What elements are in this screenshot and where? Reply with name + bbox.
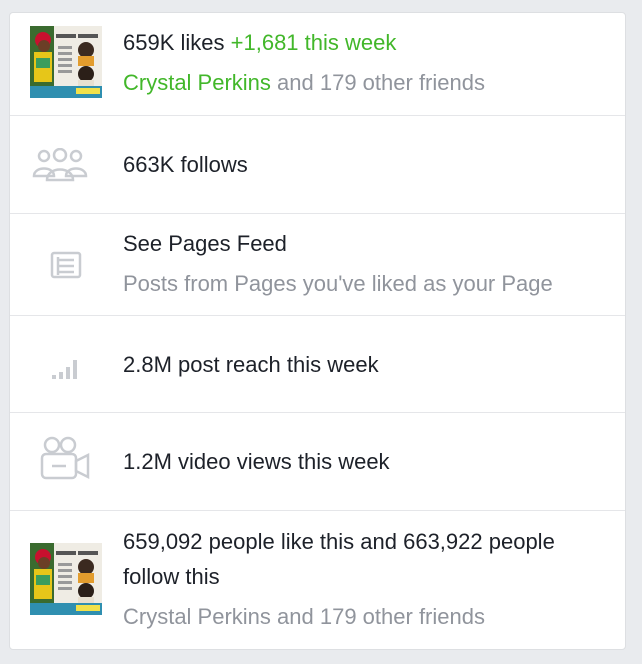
page-stats-card: 659K likes +1,681 this week Crystal Perk…: [9, 12, 626, 650]
other-friends-text[interactable]: and 179 other friends: [277, 70, 485, 95]
follows-label[interactable]: 663K follows: [123, 150, 248, 180]
summary-row[interactable]: 659,092 people like this and 663,922 peo…: [10, 511, 625, 649]
follows-row[interactable]: 663K follows: [10, 116, 625, 214]
friend-name-link[interactable]: Crystal Perkins: [123, 70, 271, 95]
likes-count[interactable]: 659K likes: [123, 30, 225, 55]
video-views-row[interactable]: 1.2M video views this week: [10, 413, 625, 511]
summary-line-2: follow this: [123, 564, 220, 589]
video-views-label[interactable]: 1.2M video views this week: [123, 447, 390, 477]
video-camera-icon: [40, 435, 92, 488]
post-reach-label[interactable]: 2.8M post reach this week: [123, 350, 379, 380]
people-icon: [32, 147, 88, 187]
page-thumbnail-image-2: [30, 543, 102, 615]
post-reach-row[interactable]: 2.8M post reach this week: [10, 316, 625, 413]
page-thumbnail[interactable]: [30, 26, 102, 98]
page-thumbnail-image: [30, 26, 102, 98]
bar-chart-icon: [50, 354, 82, 385]
feed-icon: [50, 251, 82, 284]
pages-feed-title[interactable]: See Pages Feed: [123, 229, 287, 259]
page-thumbnail-2[interactable]: [30, 543, 102, 615]
likes-row[interactable]: 659K likes +1,681 this week Crystal Perk…: [10, 13, 625, 116]
likes-weekly-delta: +1,681 this week: [230, 30, 397, 55]
pages-feed-subtitle: Posts from Pages you've liked as your Pa…: [123, 271, 553, 296]
summary-line-1: 659,092 people like this and 663,922 peo…: [123, 529, 555, 554]
summary-friend-name[interactable]: Crystal Perkins: [123, 604, 271, 629]
pages-feed-row[interactable]: See Pages Feed Posts from Pages you've l…: [10, 214, 625, 316]
summary-other-friends[interactable]: and 179 other friends: [277, 604, 485, 629]
